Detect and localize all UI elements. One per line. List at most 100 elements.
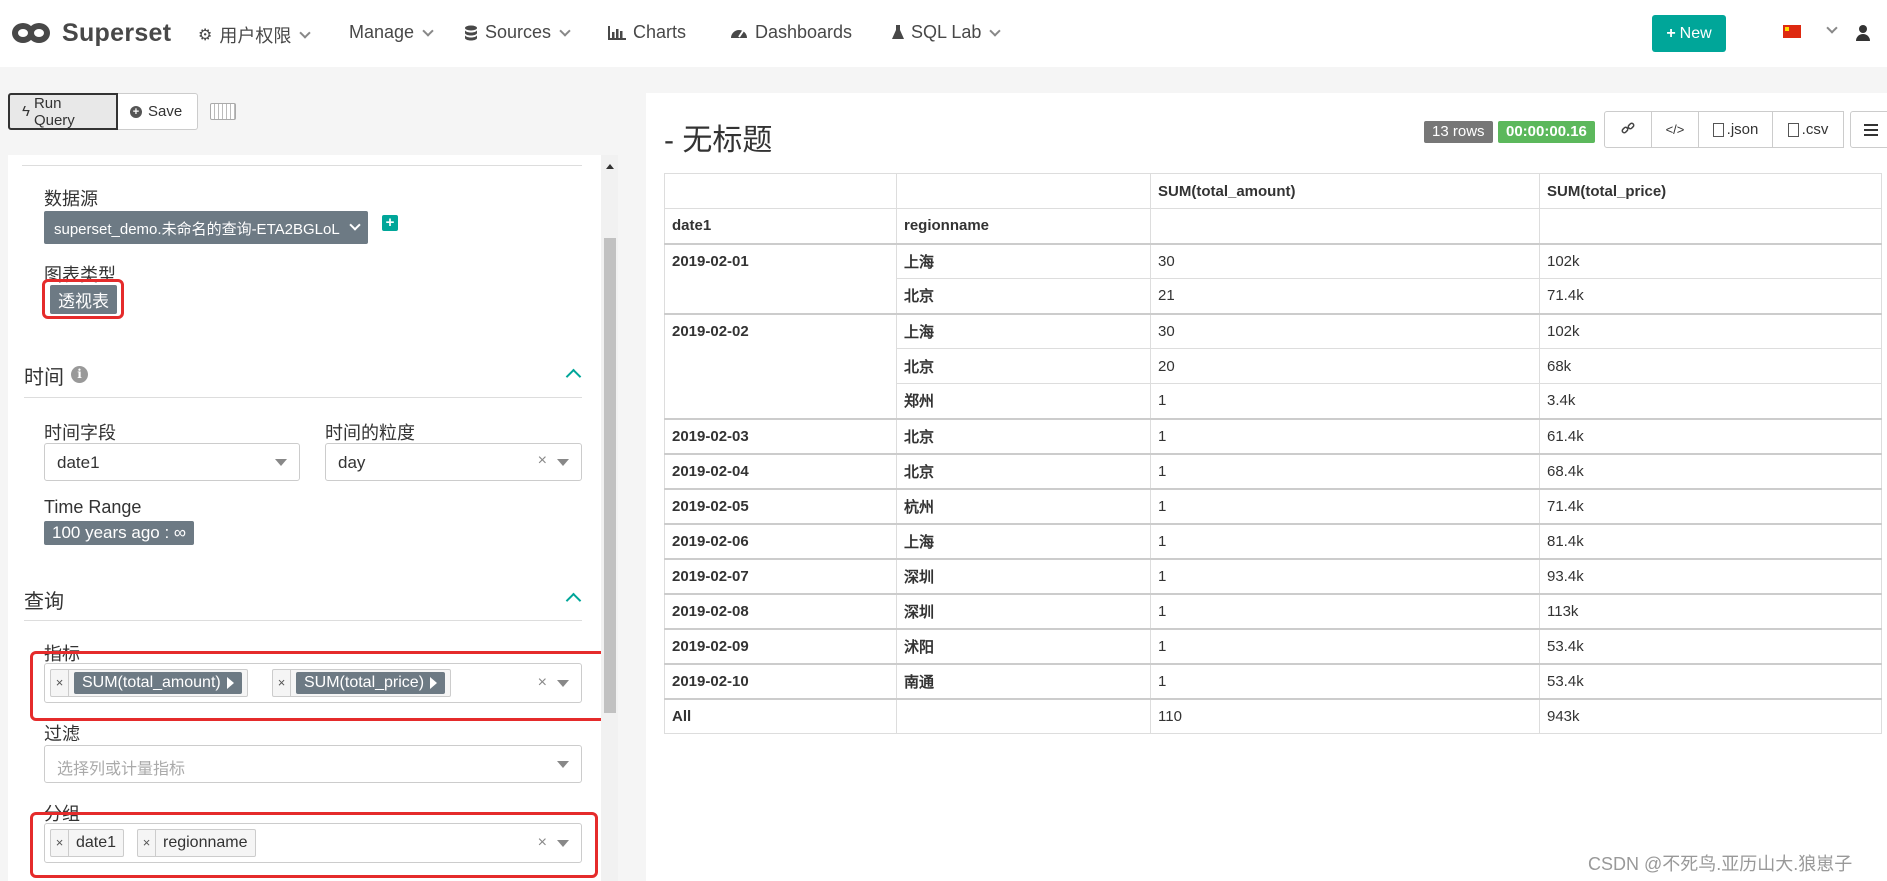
export-csv-button[interactable]: .csv	[1772, 111, 1844, 148]
caret-down-icon	[275, 459, 287, 466]
user-icon[interactable]	[1856, 25, 1870, 41]
query-timer-badge: 00:00:00.16	[1498, 121, 1595, 143]
index-header: date1	[664, 208, 897, 244]
table-row: 2019-02-04 北京 1 68.4k	[664, 452, 1882, 489]
caret-down-icon	[557, 761, 569, 768]
cn-flag-icon[interactable]	[1783, 25, 1801, 38]
save-button[interactable]: + Save	[118, 93, 198, 130]
amount-cell: 1	[1150, 383, 1540, 419]
divider	[24, 620, 582, 621]
table-row: 2019-02-10 南通 1 53.4k	[664, 662, 1882, 699]
date-cell: 2019-02-03	[664, 417, 897, 454]
pivot-table: SUM(total_amount) SUM(total_price) date1 re…	[664, 173, 1882, 734]
add-datasource-icon[interactable]: +	[382, 215, 398, 231]
table-row: 2019-02-07 深圳 1 93.4k	[664, 557, 1882, 594]
price-cell: 113k	[1539, 592, 1882, 629]
region-cell: 北京	[896, 417, 1151, 454]
amount-cell: 1	[1150, 452, 1540, 489]
highlight-box	[42, 279, 124, 319]
date-cell: 2019-02-05	[664, 487, 897, 524]
index-header: regionname	[896, 208, 1151, 244]
new-button[interactable]: + New	[1652, 15, 1726, 52]
chevron-down-icon	[559, 24, 571, 37]
amount-cell: 1	[1150, 417, 1540, 454]
panel-scrollbar[interactable]	[601, 155, 618, 881]
price-cell: 3.4k	[1539, 383, 1882, 419]
table-row: 2019-02-08 深圳 1 113k	[664, 592, 1882, 629]
watermark: CSDN @不死鸟.亚历山大.狼崽子	[1588, 854, 1853, 874]
region-cell: 沭阳	[896, 627, 1151, 664]
control-panel: 数据源 superset_demo.未命名的查询-ETA2BGLoL + 图表类…	[8, 155, 608, 881]
region-cell: 上海	[896, 312, 1151, 349]
superset-logo-icon	[12, 23, 52, 43]
brand[interactable]: Superset	[12, 16, 171, 50]
datasource-select[interactable]: superset_demo.未命名的查询-ETA2BGLoL	[44, 211, 368, 244]
region-cell: 上海	[896, 242, 1151, 279]
price-cell: 81.4k	[1539, 522, 1882, 559]
time-section-title[interactable]: 时间	[24, 361, 64, 390]
language-chevron-down-icon[interactable]	[1826, 22, 1838, 34]
chart-title[interactable]: - 无标题	[664, 115, 772, 159]
price-cell: 102k	[1539, 312, 1882, 349]
nav-sources-menu[interactable]: Sources	[464, 22, 571, 43]
nav-manage-menu[interactable]: Manage	[349, 22, 434, 43]
nav-sqllab-menu[interactable]: SQL Lab	[892, 22, 1002, 43]
clear-icon[interactable]: ×	[538, 452, 547, 470]
divider	[24, 397, 582, 398]
table-row: 2019-02-09 沭阳 1 53.4k	[664, 627, 1882, 664]
column-header: SUM(total_amount)	[1150, 173, 1540, 209]
gears-icon: ⚙	[198, 27, 213, 44]
top-navbar: Superset ⚙ 用户权限 Manage Sources Charts Da…	[0, 0, 1887, 67]
price-cell: 68k	[1539, 348, 1882, 384]
run-query-label: Run Query	[33, 94, 75, 129]
highlight-box	[30, 651, 608, 721]
hamburger-icon	[1864, 123, 1878, 136]
time-range-select[interactable]: 100 years ago : ∞	[44, 521, 195, 545]
amount-cell: 30	[1150, 312, 1540, 349]
price-cell: 93.4k	[1539, 557, 1882, 594]
header-cell	[896, 173, 1151, 209]
table-row: 2019-02-03 北京 1 61.4k	[664, 417, 1882, 454]
time-grain-select[interactable]: day ×	[325, 443, 582, 481]
filters-select[interactable]: 选择列或计量指标	[44, 745, 582, 783]
nav-charts-link[interactable]: Charts	[608, 22, 686, 43]
date-cell: 2019-02-08	[664, 592, 897, 629]
nav-charts-label: Charts	[633, 22, 687, 42]
region-cell: 南通	[896, 662, 1151, 699]
row-count-badge: 13 rows	[1424, 121, 1493, 143]
scroll-up-icon[interactable]	[606, 164, 614, 169]
save-label: Save	[148, 103, 183, 120]
column-header: SUM(total_price)	[1539, 173, 1882, 209]
datasource-label: 数据源	[44, 189, 98, 209]
run-query-button[interactable]: ϟ Run Query	[8, 93, 118, 130]
price-cell: 68.4k	[1539, 452, 1882, 489]
region-cell: 北京	[896, 278, 1151, 314]
collapse-query-chevron-up-icon[interactable]	[565, 592, 582, 609]
collapse-time-chevron-up-icon[interactable]	[565, 368, 582, 385]
share-link-button[interactable]	[1604, 111, 1652, 148]
keyboard-icon[interactable]	[210, 103, 236, 120]
filters-placeholder: 选择列或计量指标	[57, 761, 186, 778]
time-column-label: 时间字段	[44, 423, 116, 443]
nav-security-menu[interactable]: ⚙ 用户权限	[198, 22, 312, 48]
filters-label: 过滤	[44, 724, 80, 744]
region-cell: 北京	[896, 348, 1151, 384]
nav-dashboards-link[interactable]: Dashboards	[730, 22, 852, 43]
price-cell: 61.4k	[1539, 417, 1882, 454]
region-cell: 深圳	[896, 557, 1151, 594]
query-section-title[interactable]: 查询	[24, 585, 64, 614]
table-header-row: SUM(total_amount) SUM(total_price)	[664, 173, 1882, 209]
embed-code-button[interactable]: </>	[1651, 111, 1699, 148]
time-column-value: date1	[57, 453, 100, 472]
info-icon[interactable]: i	[71, 366, 88, 383]
time-column-select[interactable]: date1	[44, 443, 300, 481]
header-cell	[664, 173, 897, 209]
export-json-button[interactable]: .json	[1698, 111, 1773, 148]
region-cell: 上海	[896, 522, 1151, 559]
plus-icon: +	[1666, 24, 1676, 42]
code-icon: </>	[1665, 122, 1685, 137]
region-cell: 北京	[896, 452, 1151, 489]
scroll-thumb[interactable]	[604, 238, 616, 713]
datasource-value: superset_demo.未命名的查询-ETA2BGLoL	[54, 221, 340, 238]
more-actions-button[interactable]	[1850, 111, 1887, 148]
